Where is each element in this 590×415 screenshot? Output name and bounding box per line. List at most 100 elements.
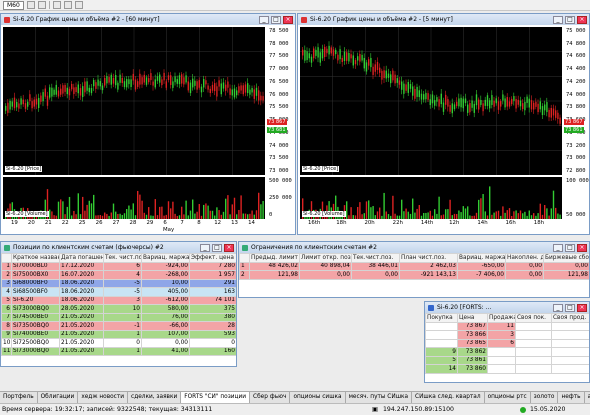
timeframe-select[interactable]: M60 [3,0,24,10]
table-cell: 41,00 [141,346,190,356]
workspace-tab[interactable]: нефть [558,392,585,403]
workspace-tab[interactable]: хедж новости [78,392,129,403]
close-button[interactable]: × [577,303,587,312]
maximize-button[interactable]: □ [565,243,575,252]
price-chart[interactable]: Si-6.20 [Price] [300,27,562,175]
table-row[interactable]: 2 Si75000BX0 16.07.2020 4 -268,00 1 957 [1,270,236,280]
table-row[interactable]: 7 Si74500BE0 21.05.2020 1 76,00 380 [1,312,236,322]
column-header[interactable]: Покупка [425,313,458,323]
table-cell: 0,00 [505,261,544,271]
column-header[interactable]: Вариац. маржа [457,253,506,263]
order-book-row[interactable]: 73 865 6 [425,338,589,348]
workspace-tab[interactable]: СИшка след. квартал [412,392,485,403]
workspace-tab[interactable]: Портфель [0,392,38,403]
table-row[interactable]: 10 Si72500BQ0 21.05.2020 0 0,00 0 [1,338,236,348]
window-titlebar[interactable]: Позиции по клиентским счетам (фьючерсы) … [1,242,236,253]
table-icon [4,244,10,251]
volume-bar [392,195,394,219]
candle [469,103,471,113]
column-header[interactable] [239,253,250,263]
limits-table[interactable]: Предыд. лимит Лимит откр. поз. Тек.чист.по… [239,253,589,280]
column-header[interactable] [1,253,12,263]
minimize-button[interactable]: _ [553,243,563,252]
window-titlebar[interactable]: Si-6.20 График цены и объёма #2 - [60 ми… [1,14,295,25]
candle [126,79,128,88]
column-header[interactable]: Цена [457,313,488,323]
window-titlebar[interactable]: Si-6.20 График цены и объёма #2 - [5 мин… [298,14,589,25]
maximize-button[interactable]: □ [212,243,222,252]
volume-bar [240,195,242,219]
maximize-button[interactable]: □ [565,303,575,312]
table-row[interactable]: 2 121,98 0,00 0,00 -921 143,13 -7 406,00 0,00 1… [239,270,589,280]
column-header[interactable]: План чист.поз. [399,253,458,263]
table-row[interactable]: 3 Si68000BF0 18.06.2020 -5 10,00 291 [1,278,236,288]
table-row[interactable]: 4 Si68500BF0 18.06.2020 -5 405,00 163 [1,287,236,297]
order-book-table[interactable]: Покупка Цена Продажа Своя пок. Своя прод. 73 … [425,313,589,374]
close-button[interactable]: × [577,243,587,252]
workspace-tab[interactable]: опционы ртс [485,392,531,403]
column-header[interactable]: Эффект. цена [189,253,236,263]
table-row[interactable]: 1 48 426,02 40 898,04 38 446,01 2 462,03 -650… [239,261,589,271]
order-book-row[interactable]: 14 73 860 [425,364,589,374]
settings-icon[interactable] [74,1,83,9]
table-row[interactable]: 6 Si73000BQ0 28.05.2020 10 580,00 375 [1,304,236,314]
candle [392,70,394,81]
column-header[interactable]: Продажа [487,313,516,323]
column-header[interactable]: Своя пок. [515,313,552,323]
column-header[interactable]: Лимит откр. поз. [299,253,352,263]
minimize-button[interactable]: _ [553,303,563,312]
column-header[interactable]: Тек.чист.поз. [351,253,400,263]
workspace-tab[interactable]: Сбер фьюч [250,392,291,403]
candle [77,84,79,94]
order-book-row[interactable]: 5 73 861 [425,355,589,365]
chart-window-60min[interactable]: Si-6.20 График цены и объёма #2 - [60 ми… [0,13,296,235]
window-titlebar[interactable]: Si-6.20 [FORTS: ... _ □ × [425,302,589,313]
workspace-tab[interactable]: опционы сишка [290,392,346,403]
volume-chart[interactable]: Si-6.20 [Volume] [300,177,562,219]
column-header[interactable]: Краткое название [11,253,60,263]
close-button[interactable]: × [224,243,234,252]
limits-window[interactable]: Ограничения по клиентским счетам #2 _ □ … [238,241,590,298]
workspace-tab[interactable]: золото [531,392,559,403]
order-book-window[interactable]: Si-6.20 [FORTS: ... _ □ × Покупка Цена Про… [424,301,590,383]
column-header[interactable]: Своя прод. [551,313,589,323]
candle [258,90,260,101]
chart-icon[interactable] [26,1,35,9]
workspace-tab[interactable]: сделки, заявки [128,392,182,403]
maximize-button[interactable]: □ [271,15,281,24]
positions-table[interactable]: Краткое названиеДата погашенияТек. чист.… [1,253,236,356]
column-header[interactable]: Предыд. лимит [249,253,300,263]
price-chart[interactable]: Si-6.20 [Price] [3,27,265,175]
workspace-tab[interactable]: Облигации [38,392,79,403]
column-header[interactable]: Биржевые сборы [543,253,589,263]
order-book-row[interactable]: 73 866 3 [425,330,589,340]
window-titlebar[interactable]: Ограничения по клиентским счетам #2 _ □ … [239,242,589,253]
workspace-tab[interactable]: месяч. путы СИшка [346,392,413,403]
maximize-button[interactable]: □ [565,15,575,24]
column-header[interactable]: Тек. чист.поз. [103,253,142,263]
close-button[interactable]: × [283,15,293,24]
column-header[interactable]: Вариац. маржа [141,253,190,263]
line-tool-icon[interactable] [52,1,61,9]
column-header[interactable]: Дата погашения [59,253,104,263]
column-header[interactable]: Накоплен. доход [505,253,544,263]
workspace-tab[interactable]: аналю [585,392,590,403]
table-row[interactable]: 1 Si70000BL0 17.12.2020 6 -924,00 7 280 [1,261,236,271]
order-book-row[interactable]: 73 867 11 [425,321,589,331]
order-book-row[interactable]: 9 73 862 [425,347,589,357]
table-row[interactable]: 9 Si74000BE0 21.05.2020 1 107,00 593 [1,329,236,339]
positions-window[interactable]: Позиции по клиентским счетам (фьючерсы) … [0,241,237,367]
table-cell: 21.05.2020 [59,312,104,322]
close-button[interactable]: × [577,15,587,24]
table-row[interactable]: 5 Si-6.20 18.06.2020 3 -612,00 74 101 [1,295,236,305]
table-row[interactable]: 11 Si73000BQ0 21.05.2020 1 41,00 160 [1,346,236,356]
workspace-tab[interactable]: FORTS "СИ" позиции [181,392,251,403]
volume-chart[interactable]: Si-6.20 [Volume] [3,177,265,219]
minimize-button[interactable]: _ [200,243,210,252]
minimize-button[interactable]: _ [553,15,563,24]
cursor-icon[interactable] [37,1,46,9]
zoom-icon[interactable] [63,1,72,9]
minimize-button[interactable]: _ [259,15,269,24]
chart-window-5min[interactable]: Si-6.20 График цены и объёма #2 - [5 мин… [297,13,590,235]
table-row[interactable]: 8 Si73500BQ0 21.05.2020 -1 -66,00 28 [1,321,236,331]
